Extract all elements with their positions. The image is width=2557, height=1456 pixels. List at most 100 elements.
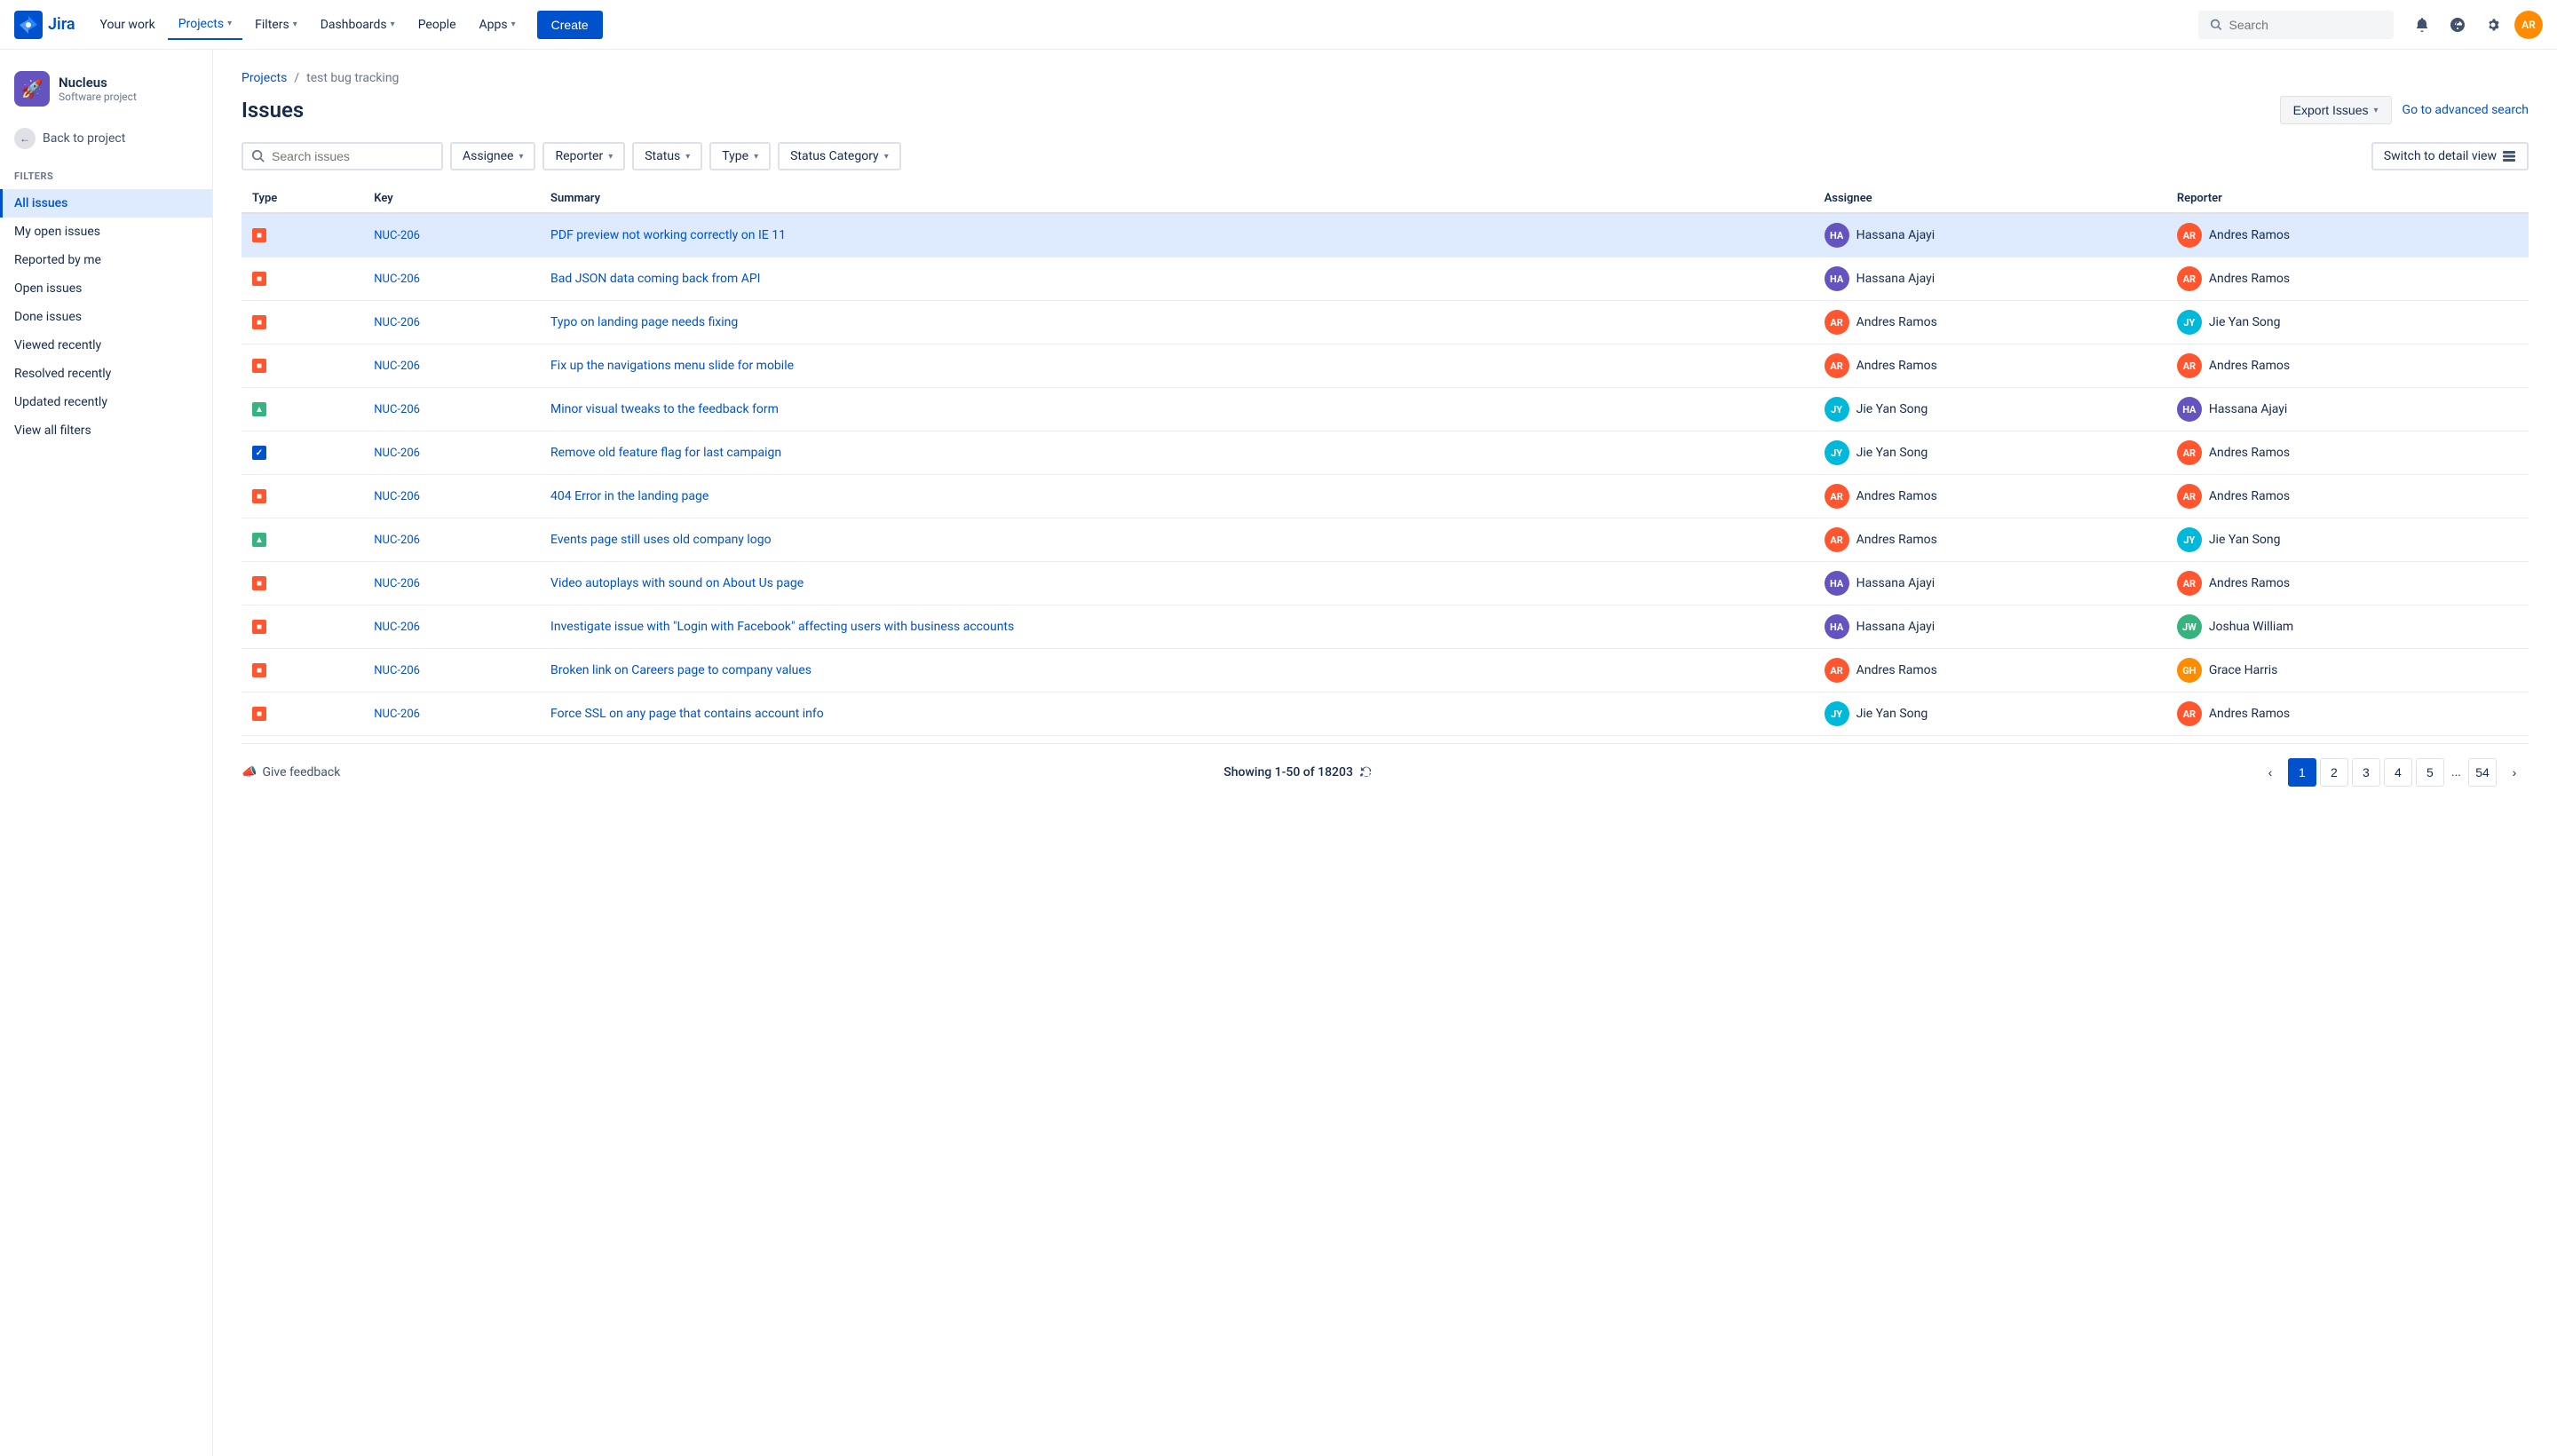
table-row[interactable]: ■ NUC-206 Force SSL on any page that con… bbox=[241, 692, 2529, 736]
cell-key[interactable]: NUC-206 bbox=[363, 388, 540, 431]
assignee-name: Andres Ramos bbox=[1856, 663, 1937, 677]
assignee-name: Hassana Ajayi bbox=[1856, 272, 1936, 286]
cell-summary[interactable]: Fix up the navigations menu slide for mo… bbox=[540, 344, 1814, 388]
cell-key[interactable]: NUC-206 bbox=[363, 213, 540, 257]
nav-filters[interactable]: Filters ▾ bbox=[244, 11, 308, 39]
cell-key[interactable]: NUC-206 bbox=[363, 301, 540, 344]
cell-summary[interactable]: Bad JSON data coming back from API bbox=[540, 257, 1814, 301]
page-4-button[interactable]: 4 bbox=[2384, 758, 2412, 787]
search-input[interactable] bbox=[2229, 18, 2382, 32]
page-last-button[interactable]: 54 bbox=[2468, 758, 2497, 787]
sidebar-item-done-issues[interactable]: Done issues bbox=[0, 303, 212, 331]
table-row[interactable]: ▲ NUC-206 Events page still uses old com… bbox=[241, 518, 2529, 562]
cell-summary[interactable]: Investigate issue with "Login with Faceb… bbox=[540, 605, 1814, 649]
cell-summary[interactable]: Events page still uses old company logo bbox=[540, 518, 1814, 562]
table-row[interactable]: ■ NUC-206 Investigate issue with "Login … bbox=[241, 605, 2529, 649]
cell-key[interactable]: NUC-206 bbox=[363, 431, 540, 475]
page-2-button[interactable]: 2 bbox=[2320, 758, 2348, 787]
nav-people[interactable]: People bbox=[408, 11, 467, 39]
cell-assignee: JY Jie Yan Song bbox=[1814, 388, 2166, 431]
help-button[interactable] bbox=[2443, 11, 2472, 39]
sidebar-item-my-open-issues[interactable]: My open issues bbox=[0, 218, 212, 246]
table-row[interactable]: ✓ NUC-206 Remove old feature flag for la… bbox=[241, 431, 2529, 475]
reporter-filter[interactable]: Reporter ▾ bbox=[542, 142, 625, 170]
table-row[interactable]: ■ NUC-206 Broken link on Careers page to… bbox=[241, 649, 2529, 692]
cell-key[interactable]: NUC-206 bbox=[363, 692, 540, 736]
detail-view-button[interactable]: Switch to detail view bbox=[2371, 142, 2529, 170]
cell-key[interactable]: NUC-206 bbox=[363, 562, 540, 605]
status-filter[interactable]: Status ▾ bbox=[632, 142, 702, 170]
refresh-icon[interactable] bbox=[1360, 766, 1373, 779]
cell-assignee: AR Andres Ramos bbox=[1814, 344, 2166, 388]
table-row[interactable]: ■ NUC-206 Bad JSON data coming back from… bbox=[241, 257, 2529, 301]
nav-apps[interactable]: Apps ▾ bbox=[469, 11, 526, 39]
col-summary: Summary bbox=[540, 185, 1814, 213]
nav-your-work[interactable]: Your work bbox=[90, 11, 166, 39]
cell-summary[interactable]: PDF preview not working correctly on IE … bbox=[540, 213, 1814, 257]
give-feedback-button[interactable]: 📣 Give feedback bbox=[241, 765, 340, 779]
cell-summary[interactable]: Remove old feature flag for last campaig… bbox=[540, 431, 1814, 475]
cell-key[interactable]: NUC-206 bbox=[363, 344, 540, 388]
cell-summary[interactable]: Video autoplays with sound on About Us p… bbox=[540, 562, 1814, 605]
sidebar-item-updated-recently[interactable]: Updated recently bbox=[0, 388, 212, 416]
prev-page-button[interactable]: ‹ bbox=[2256, 758, 2284, 787]
sidebar-item-all-issues[interactable]: All issues bbox=[0, 189, 212, 218]
settings-button[interactable] bbox=[2479, 11, 2507, 39]
cell-summary[interactable]: Broken link on Careers page to company v… bbox=[540, 649, 1814, 692]
page-1-button[interactable]: 1 bbox=[2288, 758, 2316, 787]
reporter-name: Andres Ramos bbox=[2209, 272, 2290, 286]
back-label: Back to project bbox=[43, 131, 125, 146]
assignee-avatar: JY bbox=[1825, 397, 1849, 422]
global-search[interactable] bbox=[2198, 11, 2394, 39]
assignee-filter[interactable]: Assignee ▾ bbox=[450, 142, 535, 170]
cell-reporter: AR Andres Ramos bbox=[2166, 431, 2529, 475]
showing-count: Showing 1-50 of 18203 bbox=[1223, 765, 1373, 779]
cell-type: ■ bbox=[241, 475, 363, 518]
sidebar-item-resolved-recently[interactable]: Resolved recently bbox=[0, 360, 212, 388]
assignee-avatar: AR bbox=[1825, 484, 1849, 509]
cell-reporter: AR Andres Ramos bbox=[2166, 257, 2529, 301]
advanced-search-link[interactable]: Go to advanced search bbox=[2403, 103, 2529, 117]
table-row[interactable]: ■ NUC-206 PDF preview not working correc… bbox=[241, 213, 2529, 257]
assignee-avatar: HA bbox=[1825, 266, 1849, 291]
table-row[interactable]: ■ NUC-206 Video autoplays with sound on … bbox=[241, 562, 2529, 605]
next-page-button[interactable]: › bbox=[2500, 758, 2529, 787]
export-issues-button[interactable]: Export Issues ▾ bbox=[2280, 96, 2392, 124]
table-row[interactable]: ▲ NUC-206 Minor visual tweaks to the fee… bbox=[241, 388, 2529, 431]
cell-summary[interactable]: Force SSL on any page that contains acco… bbox=[540, 692, 1814, 736]
user-avatar[interactable]: AR bbox=[2514, 11, 2543, 39]
table-row[interactable]: ■ NUC-206 404 Error in the landing page … bbox=[241, 475, 2529, 518]
cell-summary[interactable]: 404 Error in the landing page bbox=[540, 475, 1814, 518]
status-category-filter[interactable]: Status Category ▾ bbox=[778, 142, 901, 170]
search-issues-box[interactable] bbox=[241, 142, 443, 170]
logo[interactable]: Jira bbox=[14, 11, 75, 39]
cell-type: ■ bbox=[241, 605, 363, 649]
logo-text: Jira bbox=[48, 15, 75, 34]
breadcrumb-projects[interactable]: Projects bbox=[241, 71, 287, 85]
table-row[interactable]: ■ NUC-206 Fix up the navigations menu sl… bbox=[241, 344, 2529, 388]
notifications-button[interactable] bbox=[2408, 11, 2436, 39]
assignee-avatar: JY bbox=[1825, 440, 1849, 465]
prev-page-icon: ‹ bbox=[2268, 765, 2273, 779]
cell-key[interactable]: NUC-206 bbox=[363, 257, 540, 301]
nav-dashboards[interactable]: Dashboards ▾ bbox=[310, 11, 406, 39]
page-3-button[interactable]: 3 bbox=[2352, 758, 2380, 787]
create-button[interactable]: Create bbox=[537, 11, 603, 39]
cell-summary[interactable]: Typo on landing page needs fixing bbox=[540, 301, 1814, 344]
sidebar-item-open-issues[interactable]: Open issues bbox=[0, 274, 212, 303]
sidebar-item-view-all-filters[interactable]: View all filters bbox=[0, 416, 212, 445]
back-to-project[interactable]: ← Back to project bbox=[0, 121, 212, 156]
cell-key[interactable]: NUC-206 bbox=[363, 649, 540, 692]
sidebar-item-reported-by-me[interactable]: Reported by me bbox=[0, 246, 212, 274]
reporter-chevron-icon: ▾ bbox=[608, 152, 613, 162]
sidebar-item-viewed-recently[interactable]: Viewed recently bbox=[0, 331, 212, 360]
nav-projects[interactable]: Projects ▾ bbox=[168, 10, 242, 40]
cell-key[interactable]: NUC-206 bbox=[363, 475, 540, 518]
table-row[interactable]: ■ NUC-206 Typo on landing page needs fix… bbox=[241, 301, 2529, 344]
type-filter[interactable]: Type ▾ bbox=[709, 142, 771, 170]
cell-key[interactable]: NUC-206 bbox=[363, 518, 540, 562]
search-issues-input[interactable] bbox=[272, 149, 432, 163]
cell-key[interactable]: NUC-206 bbox=[363, 605, 540, 649]
page-5-button[interactable]: 5 bbox=[2416, 758, 2444, 787]
cell-summary[interactable]: Minor visual tweaks to the feedback form bbox=[540, 388, 1814, 431]
